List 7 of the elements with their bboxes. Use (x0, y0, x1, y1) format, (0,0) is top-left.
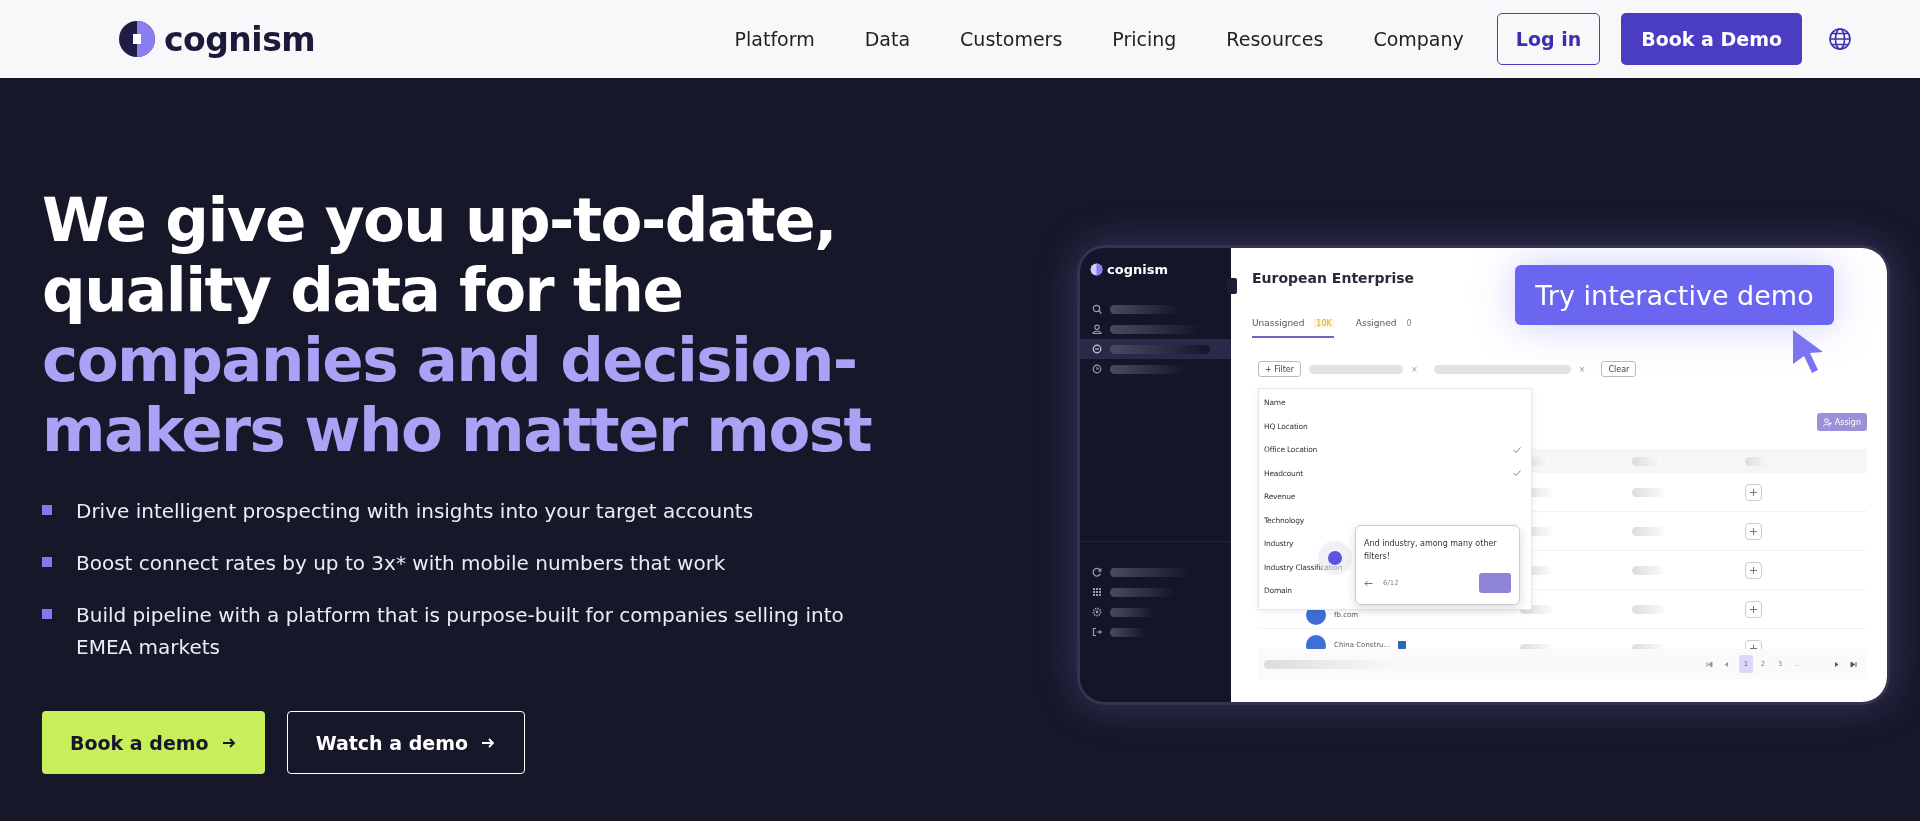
page-title: European Enterprise (1252, 270, 1416, 286)
tooltip-text: And industry, among many other filters! (1364, 538, 1498, 563)
bullet-text: Boost connect rates by up to 3x* with mobile numbers that work (76, 550, 726, 577)
bullet-text: Build pipeline with a platform that is purpose-built for companies selling into EMEA markets (76, 602, 845, 661)
headline: We give you up-to-date, quality data for the companies and decision-makers who matter most (42, 185, 873, 465)
bullet-text: Drive intelligent prospecting with insights into your target accounts (76, 498, 754, 525)
logo-text: cognism (1107, 262, 1168, 277)
